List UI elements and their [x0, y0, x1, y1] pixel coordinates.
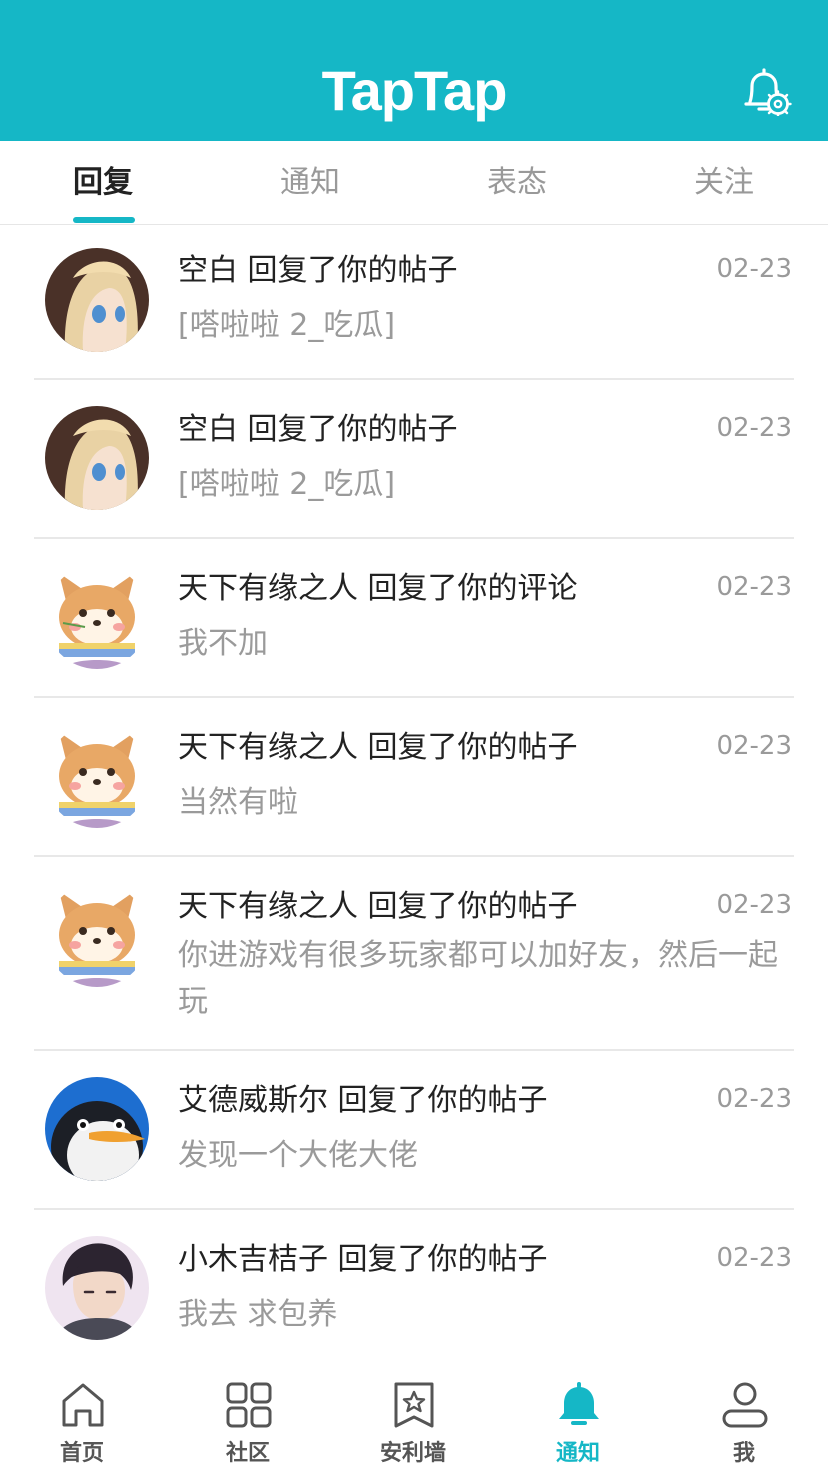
notification-settings-icon[interactable]	[740, 66, 792, 116]
notification-action: 回复了你的帖子	[247, 412, 458, 447]
bottom-navigation: 首页 社区 安利墙 通知 我	[0, 1363, 828, 1473]
notification-preview: 你进游戏有很多玩家都可以加好友，然后一起玩	[178, 938, 778, 1019]
nav-label: 首页	[59, 1441, 104, 1466]
notification-title: 小木吉桔子 回复了你的帖子	[178, 1238, 548, 1282]
app-header: TapTap	[0, 0, 828, 141]
notification-date: 02-23	[716, 1084, 792, 1114]
anime-girl-avatar-icon	[45, 406, 149, 510]
notification-date: 02-23	[716, 890, 792, 920]
list-item[interactable]: 天下有缘之人 回复了你的评论 02-23 我不加	[0, 539, 828, 698]
tab-replies[interactable]: 回复	[23, 141, 183, 225]
notification-action: 回复了你的帖子	[247, 253, 458, 288]
list-item[interactable]: 天下有缘之人 回复了你的帖子 02-23 当然有啦	[0, 698, 828, 857]
notification-list: 空白 回复了你的帖子 02-23 [嗒啦啦 2_吃瓜] 空白 回复了你的帖子 0…	[0, 225, 828, 1360]
notification-title: 天下有缘之人 回复了你的评论	[178, 567, 578, 611]
notification-preview: 我不加	[178, 626, 268, 661]
anime-girl-avatar-icon	[45, 248, 149, 352]
shiba-dog-avatar-icon	[45, 565, 149, 669]
notification-user[interactable]: 空白	[178, 253, 238, 288]
notification-title: 天下有缘之人 回复了你的帖子	[178, 885, 578, 929]
user-icon	[722, 1382, 768, 1428]
avatar[interactable]	[45, 883, 149, 987]
active-tab-indicator	[73, 217, 135, 223]
notification-action: 回复了你的帖子	[367, 730, 578, 765]
notification-preview: [嗒啦啦 2_吃瓜]	[178, 308, 396, 343]
nav-label: 社区	[225, 1441, 270, 1466]
bell-icon	[559, 1382, 599, 1425]
list-item[interactable]: 艾德威斯尔 回复了你的帖子 02-23 发现一个大佬大佬	[0, 1051, 828, 1210]
notification-tabs: 回复 通知 表态 关注	[0, 141, 828, 225]
notification-user[interactable]: 小木吉桔子	[178, 1242, 328, 1277]
notification-preview: 我去 求包养	[178, 1297, 338, 1332]
notification-action: 回复了你的帖子	[367, 889, 578, 924]
nav-label: 安利墙	[379, 1441, 446, 1466]
penguin-avatar-icon	[45, 1077, 149, 1181]
shiba-dog-avatar-icon	[45, 883, 149, 987]
notification-user[interactable]: 艾德威斯尔	[178, 1083, 328, 1118]
home-icon	[62, 1383, 104, 1427]
notification-action: 回复了你的帖子	[337, 1242, 548, 1277]
avatar[interactable]	[45, 248, 149, 352]
avatar[interactable]	[45, 1077, 149, 1181]
nav-label: 通知	[555, 1441, 600, 1466]
notification-preview: [嗒啦啦 2_吃瓜]	[178, 467, 396, 502]
avatar[interactable]	[45, 565, 149, 669]
taptap-logo: TapTap	[321, 59, 508, 122]
nav-profile[interactable]: 我	[684, 1363, 804, 1473]
grid-icon	[226, 1382, 272, 1428]
tab-follows[interactable]: 关注	[644, 141, 804, 225]
nav-label: 我	[732, 1441, 755, 1466]
tab-notices[interactable]: 通知	[230, 141, 390, 225]
notification-user[interactable]: 天下有缘之人	[178, 571, 358, 606]
avatar[interactable]	[45, 1236, 149, 1340]
notification-user[interactable]: 天下有缘之人	[178, 889, 358, 924]
notification-title: 空白 回复了你的帖子	[178, 408, 458, 452]
notification-action: 回复了你的评论	[367, 571, 578, 606]
notification-preview: 当然有啦	[178, 785, 298, 820]
nav-home[interactable]: 首页	[22, 1363, 142, 1473]
list-item[interactable]: 小木吉桔子 回复了你的帖子 02-23 我去 求包养	[0, 1210, 828, 1360]
notification-action: 回复了你的帖子	[337, 1083, 548, 1118]
avatar[interactable]	[45, 724, 149, 828]
tab-reactions[interactable]: 表态	[437, 141, 597, 225]
anime-boy-avatar-icon	[45, 1236, 149, 1340]
avatar[interactable]	[45, 406, 149, 510]
star-bookmark-icon	[394, 1382, 434, 1428]
list-item[interactable]: 天下有缘之人 回复了你的帖子 02-23 你进游戏有很多玩家都可以加好友，然后一…	[0, 857, 828, 1051]
notification-date: 02-23	[716, 731, 792, 761]
notification-user[interactable]: 天下有缘之人	[178, 730, 358, 765]
nav-recommend-wall[interactable]: 安利墙	[353, 1363, 473, 1473]
list-item[interactable]: 空白 回复了你的帖子 02-23 [嗒啦啦 2_吃瓜]	[0, 380, 828, 539]
notification-date: 02-23	[716, 572, 792, 602]
notification-date: 02-23	[716, 254, 792, 284]
list-item[interactable]: 空白 回复了你的帖子 02-23 [嗒啦啦 2_吃瓜]	[0, 225, 828, 380]
notification-title: 空白 回复了你的帖子	[178, 249, 458, 293]
nav-community[interactable]: 社区	[188, 1363, 308, 1473]
notification-title: 天下有缘之人 回复了你的帖子	[178, 726, 578, 770]
shiba-dog-avatar-icon	[45, 724, 149, 828]
nav-notifications[interactable]: 通知	[518, 1363, 638, 1473]
notification-preview: 发现一个大佬大佬	[178, 1138, 418, 1173]
notification-title: 艾德威斯尔 回复了你的帖子	[178, 1079, 548, 1123]
notification-date: 02-23	[716, 413, 792, 443]
notification-user[interactable]: 空白	[178, 412, 238, 447]
notification-date: 02-23	[716, 1243, 792, 1273]
